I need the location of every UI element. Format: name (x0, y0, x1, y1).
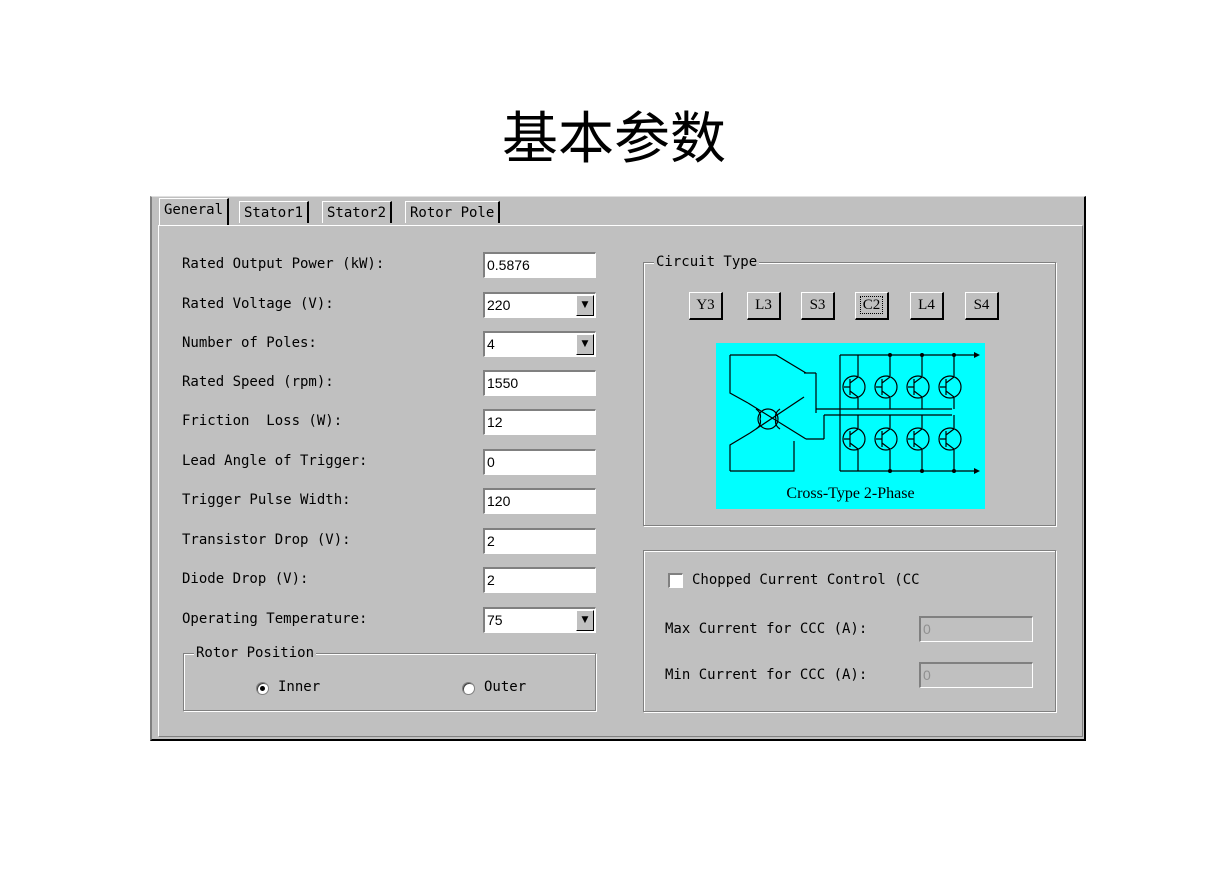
rotor-position-caption: Rotor Position (194, 644, 317, 662)
radio-inner[interactable] (256, 682, 269, 695)
radio-dot-icon (260, 686, 265, 691)
tab-general[interactable]: General (159, 198, 230, 225)
tab-stator2[interactable]: Stator2 (322, 201, 393, 223)
rated-speed-input[interactable]: 1550 (483, 370, 596, 396)
rated-output-power-label: Rated Output Power (kW): (182, 256, 385, 272)
circuit-button-l3[interactable]: L3 (747, 292, 781, 320)
rated-output-power-input[interactable]: 0.5876 (483, 252, 596, 278)
field-value: 0 (487, 454, 495, 470)
diode-drop-input[interactable]: 2 (483, 567, 596, 593)
button-label: L3 (755, 297, 772, 313)
ccc-checkbox-label: Chopped Current Control (CC (692, 572, 920, 588)
number-of-poles-combo[interactable]: 4 ▼ (483, 331, 596, 357)
min-current-input[interactable]: 0 (919, 662, 1033, 688)
radio-outer[interactable] (462, 682, 475, 695)
general-tab-panel: Rated Output Power (kW): 0.5876 Rated Vo… (158, 225, 1083, 737)
diode-drop-label: Diode Drop (V): (182, 571, 309, 587)
number-of-poles-label: Number of Poles: (182, 335, 317, 351)
field-value: 75 (487, 612, 503, 628)
tab-rotor-pole[interactable]: Rotor Pole (405, 201, 501, 223)
field-value: 0 (923, 621, 931, 637)
rated-voltage-combo[interactable]: 220 ▼ (483, 292, 596, 318)
max-current-label: Max Current for CCC (A): (665, 621, 868, 637)
tab-stator1[interactable]: Stator1 (239, 201, 310, 223)
field-value: 0 (923, 667, 931, 683)
chevron-down-icon[interactable]: ▼ (576, 610, 594, 631)
rotor-position-group: Rotor Position Inner Outer (183, 644, 596, 711)
transistor-drop-input[interactable]: 2 (483, 528, 596, 554)
rated-speed-label: Rated Speed (rpm): (182, 374, 334, 390)
operating-temperature-label: Operating Temperature: (182, 611, 368, 627)
tab-label: Stator2 (327, 205, 387, 221)
max-current-input[interactable]: 0 (919, 616, 1033, 642)
circuit-button-l4[interactable]: L4 (910, 292, 944, 320)
circuit-diagram: Cross-Type 2-Phase (716, 343, 985, 509)
page-title: 基本参数 (502, 107, 726, 172)
operating-temperature-combo[interactable]: 75 ▼ (483, 607, 596, 633)
field-value: 2 (487, 533, 495, 549)
button-label: S4 (973, 297, 990, 313)
trigger-pulse-width-input[interactable]: 120 (483, 488, 596, 514)
tab-label: Stator1 (244, 205, 304, 221)
circuit-button-s3[interactable]: S3 (801, 292, 835, 320)
circuit-button-y3[interactable]: Y3 (689, 292, 723, 320)
circuit-schematic-icon (729, 352, 980, 474)
field-value: 1550 (487, 375, 519, 391)
field-value: 2 (487, 572, 495, 588)
chevron-down-icon[interactable]: ▼ (576, 334, 594, 355)
button-label: L4 (918, 297, 935, 313)
min-current-label: Min Current for CCC (A): (665, 667, 868, 683)
friction-loss-label: Friction Loss (W): (182, 413, 343, 429)
lead-angle-input[interactable]: 0 (483, 449, 596, 475)
button-label: C2 (859, 296, 884, 314)
transistor-drop-label: Transistor Drop (V): (182, 532, 351, 548)
settings-window: General Stator1 Stator2 Rotor Pole Rated… (150, 196, 1086, 741)
chevron-down-icon[interactable]: ▼ (576, 295, 594, 316)
ccc-checkbox[interactable] (668, 573, 683, 588)
tab-label: Rotor Pole (410, 205, 495, 221)
field-value: 12 (487, 414, 503, 430)
rated-voltage-label: Rated Voltage (V): (182, 296, 334, 312)
field-value: 0.5876 (487, 257, 530, 273)
circuit-diagram-caption: Cross-Type 2-Phase (786, 485, 915, 502)
button-label: S3 (809, 297, 826, 313)
circuit-button-c2[interactable]: C2 (855, 292, 889, 320)
field-value: 4 (487, 336, 495, 352)
trigger-pulse-width-label: Trigger Pulse Width: (182, 492, 351, 508)
field-value: 220 (487, 297, 511, 313)
button-label: Y3 (696, 297, 715, 313)
circuit-type-caption: Circuit Type (654, 253, 760, 271)
lead-angle-label: Lead Angle of Trigger: (182, 453, 368, 469)
friction-loss-input[interactable]: 12 (483, 409, 596, 435)
tab-label: General (164, 202, 224, 218)
radio-inner-label: Inner (278, 679, 321, 695)
circuit-button-s4[interactable]: S4 (965, 292, 999, 320)
radio-outer-label: Outer (484, 679, 527, 695)
field-value: 120 (487, 493, 511, 509)
